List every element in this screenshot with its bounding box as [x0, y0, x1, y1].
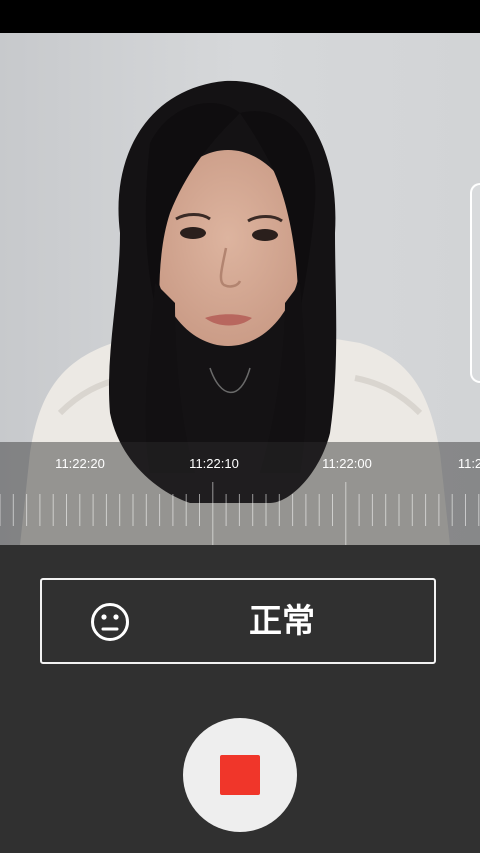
- timeline-ticks: [0, 482, 480, 545]
- stop-record-button[interactable]: [183, 718, 297, 832]
- neutral-face-icon: [91, 603, 129, 641]
- timeline-label: 11:22:20: [55, 456, 105, 471]
- timeline-label: 11:2: [457, 456, 480, 471]
- timeline-label: 11:22:10: [189, 456, 239, 471]
- mood-selector-button[interactable]: 正常: [40, 578, 436, 664]
- timeline-scrubber[interactable]: 11:22:20 11:22:10 11:22:00 11:2: [0, 442, 480, 545]
- stop-icon: [220, 755, 260, 795]
- side-drawer-handle[interactable]: [470, 183, 480, 383]
- status-bar: [0, 0, 480, 33]
- mood-label: 正常: [249, 601, 315, 640]
- timeline-label: 11:22:00: [322, 456, 372, 471]
